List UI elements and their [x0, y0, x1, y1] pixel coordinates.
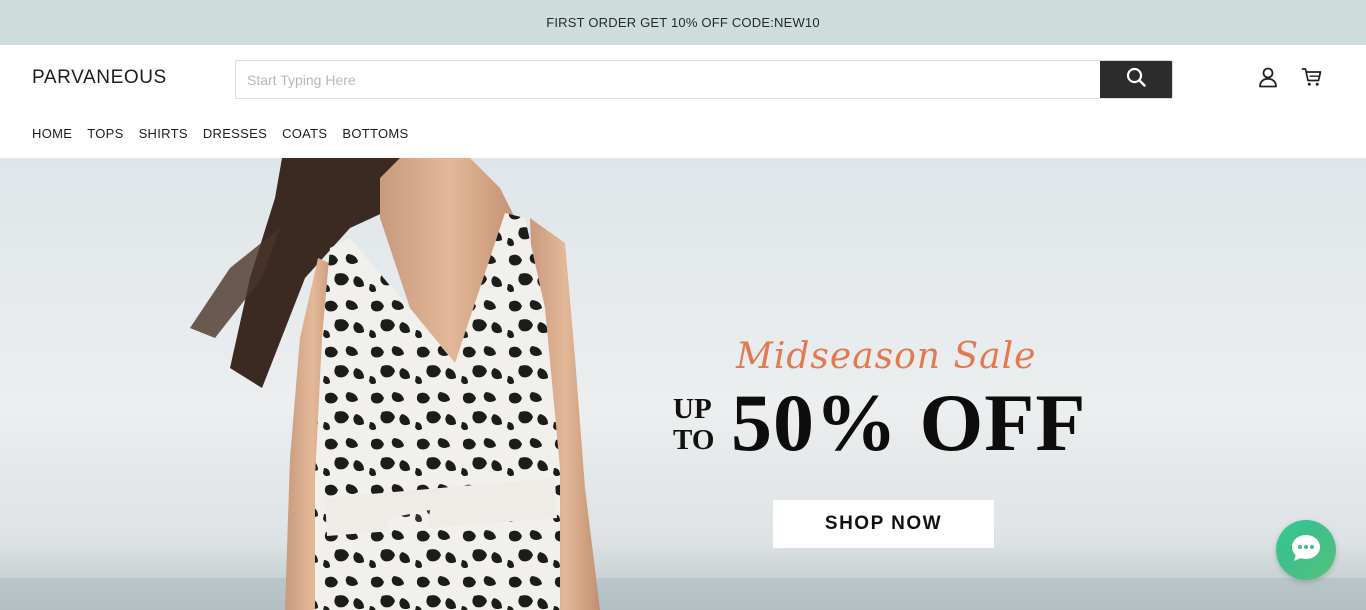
nav-item-tops[interactable]: TOPS	[87, 126, 123, 141]
nav-item-coats[interactable]: COATS	[282, 126, 327, 141]
hero-upto-line2: TO	[673, 424, 715, 456]
site-logo[interactable]: PARVANEOUS	[32, 67, 167, 89]
hero-script-title: Midseason Sale	[736, 336, 1037, 377]
nav-item-bottoms[interactable]: BOTTOMS	[342, 126, 408, 141]
chat-bubble-icon	[1290, 533, 1322, 568]
user-icon	[1257, 66, 1279, 93]
nav-item-home[interactable]: HOME	[32, 126, 72, 141]
hero-upto-line1: UP	[673, 393, 712, 425]
announcement-text: FIRST ORDER GET 10% OFF CODE:NEW10	[546, 15, 820, 30]
cart-icon	[1301, 66, 1323, 93]
hero-model-image	[0, 158, 1366, 610]
announcement-bar: FIRST ORDER GET 10% OFF CODE:NEW10	[0, 0, 1366, 45]
shop-now-button[interactable]: SHOP NOW	[773, 500, 994, 548]
chat-button[interactable]	[1276, 520, 1336, 580]
cart-button[interactable]	[1300, 67, 1324, 91]
search-input[interactable]	[236, 61, 1100, 98]
main-nav: HOME TOPS SHIRTS DRESSES COATS BOTTOMS	[32, 126, 424, 141]
search-button[interactable]	[1100, 61, 1172, 98]
search-icon	[1126, 67, 1146, 92]
search-bar	[235, 60, 1173, 99]
hero-banner: Midseason Sale UP TO 50% OFF SHOP NOW	[0, 158, 1366, 610]
hero-headline: 50% OFF	[731, 377, 1087, 468]
hero-upto: UP TO	[673, 394, 714, 456]
account-button[interactable]	[1256, 67, 1280, 91]
nav-item-shirts[interactable]: SHIRTS	[139, 126, 188, 141]
nav-item-dresses[interactable]: DRESSES	[203, 126, 267, 141]
site-header: PARVANEOUS Start Typing Here HOME TOPS S…	[0, 45, 1366, 158]
